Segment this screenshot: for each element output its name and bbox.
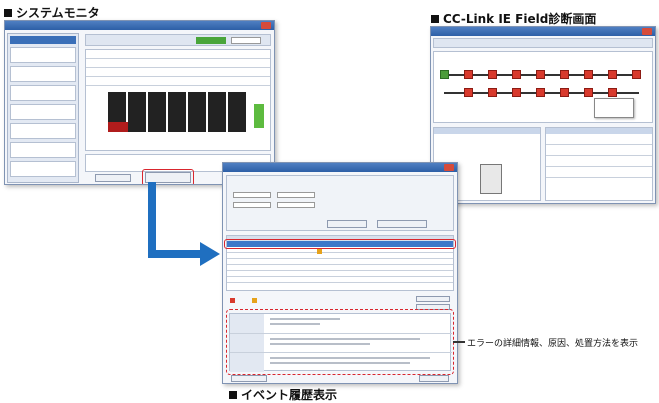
filter-clear-button[interactable]: [377, 220, 427, 228]
filter-select[interactable]: [233, 192, 271, 198]
status-ok-indicator: [196, 37, 226, 44]
module-slot[interactable]: [168, 92, 186, 132]
monitor-sidebar: [7, 33, 79, 183]
panel-header: [434, 128, 540, 134]
close-icon[interactable]: [444, 164, 454, 171]
station-context-menu[interactable]: [594, 98, 634, 118]
caption-event-history: イベント履歴表示: [229, 386, 337, 403]
event-close-button[interactable]: [419, 375, 449, 382]
station-node[interactable]: [464, 70, 473, 79]
caption-system-monitor: システムモニタ: [4, 4, 100, 21]
event-history-window: [222, 162, 458, 384]
square-bullet-icon: [4, 8, 12, 17]
arrow-icon: [148, 182, 220, 266]
station-node[interactable]: [608, 70, 617, 79]
sidebar-module-4[interactable]: [10, 104, 76, 120]
warning-icon: [317, 249, 322, 254]
module-slot[interactable]: [208, 92, 226, 132]
filter-select[interactable]: [277, 202, 315, 208]
station-node[interactable]: [560, 88, 569, 97]
module-error-indicator: [108, 122, 128, 132]
event-history-titlebar: [223, 163, 457, 172]
close-icon[interactable]: [261, 22, 271, 29]
close-icon[interactable]: [642, 28, 652, 35]
sidebar-module-2[interactable]: [10, 66, 76, 82]
panel-header: [546, 128, 652, 134]
station-node[interactable]: [536, 70, 545, 79]
system-monitor-titlebar: [5, 21, 274, 30]
module-rack: [108, 92, 246, 132]
monitor-footer-button-1[interactable]: [95, 174, 131, 182]
callout-text: エラーの詳細情報、原因、処置方法を表示: [467, 339, 639, 349]
square-bullet-icon: [431, 14, 439, 23]
module-green-indicator: [254, 104, 264, 128]
monitor-toolbar: [85, 34, 271, 46]
filter-apply-button[interactable]: [327, 220, 367, 228]
station-node[interactable]: [608, 88, 617, 97]
detail-panel-highlight: [226, 309, 454, 375]
square-bullet-icon: [229, 390, 237, 399]
error-legend-icon: [230, 298, 235, 303]
caption-cclink: CC-Link IE Field診断画面: [431, 10, 596, 27]
system-monitor-window: [4, 20, 275, 185]
master-station-node[interactable]: [440, 70, 449, 79]
sidebar-module-7[interactable]: [10, 161, 76, 177]
station-node[interactable]: [536, 88, 545, 97]
caption-system-monitor-text: システムモニタ: [16, 6, 100, 20]
cclink-window: [430, 26, 656, 204]
module-slot[interactable]: [188, 92, 206, 132]
station-node[interactable]: [632, 70, 641, 79]
event-footer-left-button[interactable]: [231, 375, 267, 382]
station-node[interactable]: [512, 88, 521, 97]
module-slot[interactable]: [128, 92, 146, 132]
station-node[interactable]: [584, 70, 593, 79]
callout-line: [453, 341, 465, 343]
caption-event-history-text: イベント履歴表示: [241, 388, 338, 402]
station-node[interactable]: [464, 88, 473, 97]
sidebar-module-6[interactable]: [10, 142, 76, 158]
sidebar-module-5[interactable]: [10, 123, 76, 139]
sidebar-module-3[interactable]: [10, 85, 76, 101]
cclink-titlebar: [431, 27, 655, 36]
station-node[interactable]: [584, 88, 593, 97]
station-node[interactable]: [488, 70, 497, 79]
station-node[interactable]: [560, 70, 569, 79]
station-node[interactable]: [512, 70, 521, 79]
cclink-detail-right: [545, 127, 653, 201]
module-slot[interactable]: [148, 92, 166, 132]
device-image: [480, 164, 502, 194]
module-slot[interactable]: [228, 92, 246, 132]
sidebar-module-1[interactable]: [10, 47, 76, 63]
toolbar-button[interactable]: [231, 37, 261, 44]
filter-select[interactable]: [233, 202, 271, 208]
selected-event-highlight: [224, 239, 456, 249]
legend-button[interactable]: [416, 296, 450, 302]
monitor-table: [85, 49, 271, 151]
filter-area: [226, 175, 454, 231]
cclink-toolbar: [433, 38, 653, 48]
caption-cclink-text: CC-Link IE Field診断画面: [443, 12, 597, 26]
network-diagram: [433, 51, 653, 123]
warning-legend-icon: [252, 298, 257, 303]
sidebar-header: [10, 36, 76, 44]
station-node[interactable]: [488, 88, 497, 97]
filter-select[interactable]: [277, 192, 315, 198]
